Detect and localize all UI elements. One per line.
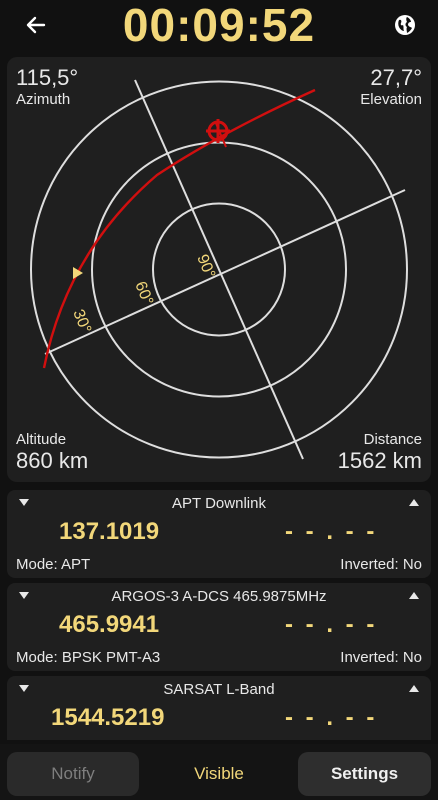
ring-label-30: 30°	[69, 307, 94, 336]
transmitter-mode: Mode: BPSK PMT-A3	[16, 649, 161, 666]
azimuth-axis-2	[44, 189, 406, 355]
transmitter-name: APT Downlink	[172, 495, 266, 512]
transmitter-frequency: 1544.5219	[51, 704, 165, 731]
pass-timer: 00:09:52	[122, 0, 316, 51]
elevation-value: 27,7°	[370, 65, 422, 90]
sky-radar-panel: 30° 60° 90° 115,5° Azimuth 27,7° Elevati…	[7, 57, 431, 482]
azimuth-value: 115,5°	[16, 65, 79, 90]
globe-button[interactable]	[390, 10, 420, 40]
transmitter-frequency: 137.1019	[59, 518, 160, 545]
azimuth-readout: 115,5° Azimuth	[16, 65, 78, 108]
ring-label-60: 60°	[131, 279, 156, 308]
transmitter-frequency-alt: - - . - -	[285, 518, 378, 545]
expand-up-icon[interactable]	[409, 685, 419, 692]
transmitter-mode: Mode: APT	[16, 556, 91, 573]
transmitter-name: ARGOS-3 A-DCS 465.9875MHz	[111, 588, 327, 605]
bottom-bar: Notify Visible Settings	[0, 744, 438, 800]
settings-button[interactable]: Settings	[298, 752, 431, 796]
distance-label: Distance	[363, 431, 422, 448]
transmitter-card: APT Downlink 137.1019 - - . - - Mode: AP…	[7, 490, 431, 578]
visible-tab[interactable]: Visible	[150, 752, 288, 796]
expand-up-icon[interactable]	[409, 592, 419, 599]
notify-button[interactable]: Notify	[7, 752, 139, 796]
top-bar: 00:09:52	[0, 0, 438, 50]
transmitter-card: SARSAT L-Band 1544.5219 - - . - -	[7, 676, 431, 740]
collapse-down-icon[interactable]	[19, 499, 29, 506]
distance-readout: Distance 1562 km	[338, 431, 422, 474]
altitude-label: Altitude	[16, 431, 67, 448]
transmitter-frequency-alt: - - . - -	[285, 611, 378, 638]
sky-radar: 30° 60° 90°	[30, 79, 408, 460]
elevation-readout: 27,7° Elevation	[360, 65, 422, 108]
altitude-readout: Altitude 860 km	[16, 431, 88, 474]
track-start-marker	[73, 267, 83, 279]
collapse-down-icon[interactable]	[19, 592, 29, 599]
globe-icon	[395, 15, 415, 35]
transmitter-inverted: Inverted: No	[340, 649, 422, 666]
distance-value: 1562 km	[337, 448, 422, 473]
expand-up-icon[interactable]	[409, 499, 419, 506]
azimuth-label: Azimuth	[16, 91, 71, 108]
transmitter-name: SARSAT L-Band	[163, 681, 275, 698]
collapse-down-icon[interactable]	[19, 685, 29, 692]
transmitter-card: ARGOS-3 A-DCS 465.9875MHz 465.9941 - - .…	[7, 583, 431, 671]
transmitter-frequency-alt: - - . - -	[285, 704, 378, 731]
elevation-label: Elevation	[360, 91, 422, 108]
transmitter-frequency: 465.9941	[59, 611, 160, 638]
altitude-value: 860 km	[16, 448, 89, 473]
transmitter-inverted: Inverted: No	[340, 556, 422, 573]
